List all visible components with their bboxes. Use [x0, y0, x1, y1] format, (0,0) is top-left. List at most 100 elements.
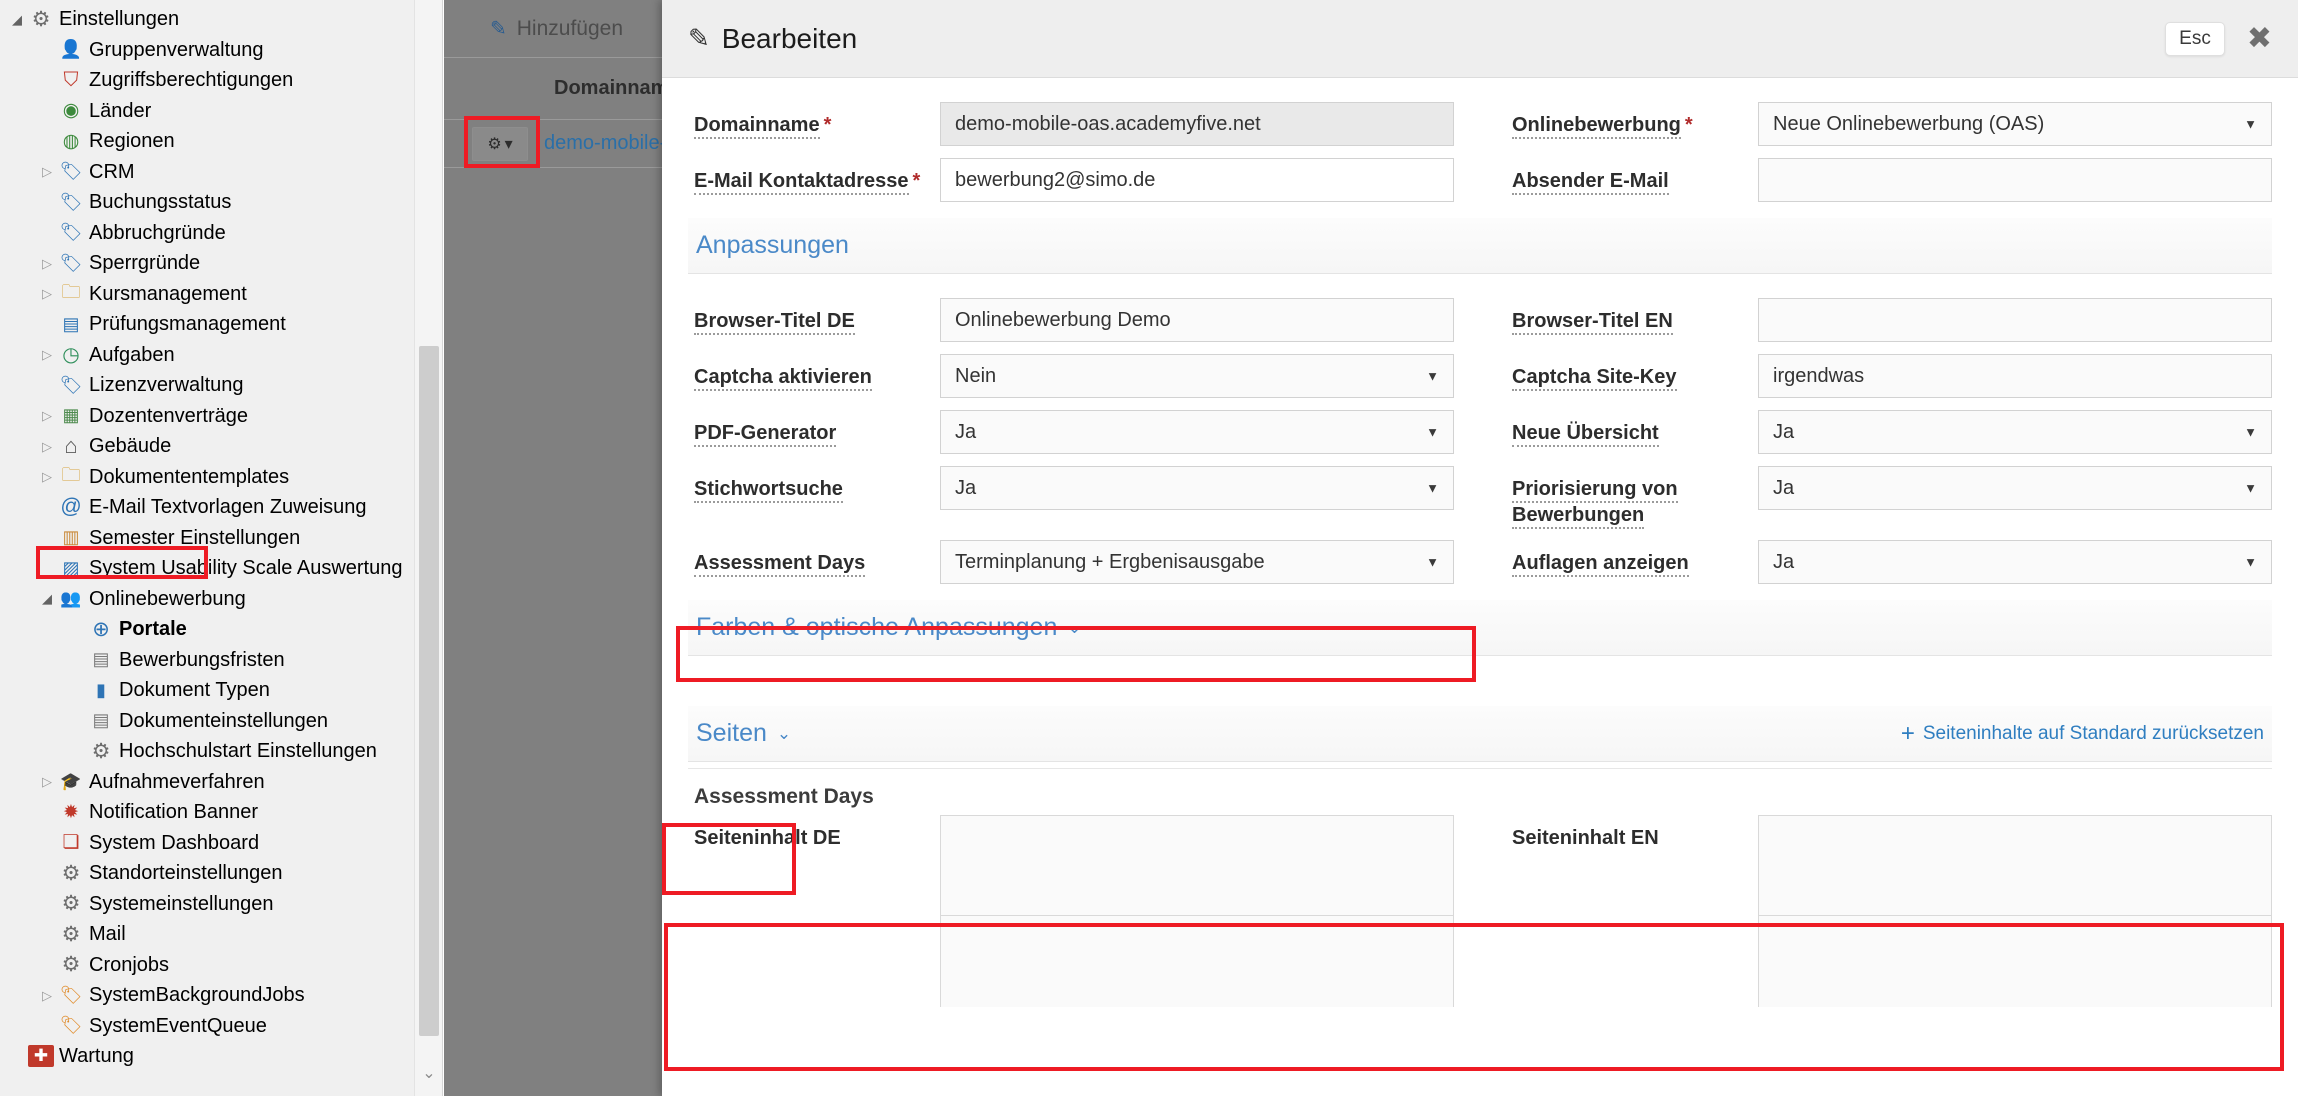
sidebar-item-einstellungen[interactable]: ◢ ⚙ Einstellungen	[0, 4, 442, 35]
seiteninhalt-de-editor-continued[interactable]	[940, 915, 1454, 1008]
twisty-closed-icon[interactable]: ▷	[36, 287, 58, 300]
sidebar-item-sperrgr-nde[interactable]: ▷ 🏷 Sperrgründe	[0, 248, 442, 279]
sidebar-scrollbar-thumb[interactable]	[419, 346, 439, 1036]
sidebar-item-lizenzverwaltung[interactable]: 🏷 Lizenzverwaltung	[0, 370, 442, 401]
seiteninhalt-de-editor[interactable]	[940, 815, 1454, 916]
form-field-browser-titel-en: Browser-Titel EN	[1480, 292, 2298, 348]
sidebar-item-label: SystemBackgroundJobs	[89, 984, 305, 1007]
settings-tree[interactable]: ◢ ⚙ Einstellungen 👤 Gruppenverwaltung ⛉ Zugrif…	[0, 0, 442, 1072]
sidebar-item-standorteinstellungen[interactable]: ⚙ Standorteinstellungen	[0, 858, 442, 889]
reset-page-contents-link[interactable]: + Seiteninhalte auf Standard zurücksetze…	[1901, 721, 2264, 746]
sidebar-item-dokument-typen[interactable]: ▮ Dokument Typen	[0, 675, 442, 706]
sidebar-item-regionen[interactable]: ◍ Regionen	[0, 126, 442, 157]
twisty-closed-icon[interactable]: ▷	[36, 409, 58, 422]
seiteninhalt-en-editor-continued[interactable]	[1758, 915, 2272, 1008]
sidebar-item-zugriffsberechtigungen[interactable]: ⛉ Zugriffsberechtigungen	[0, 65, 442, 96]
label-assessment-days: Assessment Days	[662, 540, 940, 578]
sidebar-item-abbruchgr-nde[interactable]: 🏷 Abbruchgründe	[0, 218, 442, 249]
twisty-open-icon[interactable]: ◢	[36, 592, 58, 605]
sidebar-item-systembackgroundjobs[interactable]: ▷ 🏷 SystemBackgroundJobs	[0, 980, 442, 1011]
label-text: Neue Übersicht	[1512, 422, 1659, 447]
sidebar-item-pr-fungsmanagement[interactable]: ▤ Prüfungsmanagement	[0, 309, 442, 340]
anpassungen-fields-group: Browser-Titel DE Onlinebewerbung Demo Brow…	[662, 274, 2298, 590]
sidebar-item-l-nder[interactable]: ◉ Länder	[0, 96, 442, 127]
input-stichwortsuche[interactable]: Ja ▼	[940, 466, 1454, 510]
input-onlinebewerbung[interactable]: Neue Onlinebewerbung (OAS) ▼	[1758, 102, 2272, 146]
sidebar-item-label: Cronjobs	[89, 953, 170, 976]
sidebar-item-dokumententemplates[interactable]: ▷ 🗀 Dokumententemplates	[0, 462, 442, 493]
section-header-seiten[interactable]: Seiten ⌄ + Seiteninhalte auf Standard zu…	[688, 706, 2272, 763]
sidebar-item-onlinebewerbung[interactable]: ◢ 👥 Onlinebewerbung	[0, 584, 442, 615]
sidebar-item-systemeinstellungen[interactable]: ⚙ Systemeinstellungen	[0, 889, 442, 920]
input-captcha-site-key[interactable]: irgendwas	[1758, 354, 2272, 398]
sidebar-item-kursmanagement[interactable]: ▷ 🗀 Kursmanagement	[0, 279, 442, 310]
label-neue-bersicht: Neue Übersicht	[1480, 410, 1758, 447]
twisty-closed-icon[interactable]: ▷	[36, 257, 58, 270]
chevron-down-icon[interactable]: ⌄	[415, 1060, 442, 1086]
control-wrap: Onlinebewerbung Demo	[940, 298, 1480, 342]
input-domainname[interactable]: demo-mobile-oas.academyfive.net	[940, 102, 1454, 146]
input-neue-bersicht[interactable]: Ja ▼	[1758, 410, 2272, 454]
sidebar-item-semester-einstellungen[interactable]: ▥ Semester Einstellungen	[0, 523, 442, 554]
sidebar-item-system-usability-scale-auswertung[interactable]: ▨ System Usability Scale Auswertung	[0, 553, 442, 584]
close-icon[interactable]: ✖	[2247, 23, 2272, 54]
globe-icon: ◉	[62, 100, 80, 122]
label-text: PDF-Generator	[694, 422, 837, 447]
sidebar-item-mail[interactable]: ⚙ Mail	[0, 919, 442, 950]
input-pdf-generator[interactable]: Ja ▼	[940, 410, 1454, 454]
sidebar-item-buchungsstatus[interactable]: 🏷 Buchungsstatus	[0, 187, 442, 218]
input-browser-titel-en[interactable]	[1758, 298, 2272, 342]
form-field-browser-titel-de: Browser-Titel DE Onlinebewerbung Demo	[662, 292, 1480, 348]
control-wrap: demo-mobile-oas.academyfive.net	[940, 102, 1480, 146]
tag-icon: 🏷	[59, 161, 83, 182]
twisty-closed-icon[interactable]: ▷	[36, 440, 58, 453]
sidebar-item-gruppenverwaltung[interactable]: 👤 Gruppenverwaltung	[0, 35, 442, 66]
input-captcha-site-key-value: irgendwas	[1773, 364, 1865, 387]
input-absender-e-mail[interactable]	[1758, 158, 2272, 202]
twisty-closed-icon[interactable]: ▷	[36, 470, 58, 483]
settings-tree-sidebar[interactable]: ◢ ⚙ Einstellungen 👤 Gruppenverwaltung ⛉ Zugrif…	[0, 0, 443, 1096]
input-e-mail-kontaktadresse[interactable]: bewerbung2@simo.de	[940, 158, 1454, 202]
input-auflagen-anzeigen[interactable]: Ja ▼	[1758, 540, 2272, 585]
sidebar-item-system-dashboard[interactable]: ❏ System Dashboard	[0, 828, 442, 859]
section-header-farben[interactable]: Farben & optische Anpassungen ⌄	[688, 600, 2272, 657]
sidebar-item-crm[interactable]: ▷ 🏷 CRM	[0, 157, 442, 188]
sidebar-item-label: CRM	[89, 160, 135, 183]
sidebar-item-label: Semester Einstellungen	[89, 526, 301, 549]
input-captcha-aktivieren-value: Nein	[955, 364, 997, 387]
esc-key-badge[interactable]: Esc	[2165, 21, 2225, 56]
sidebar-item-systemeventqueue[interactable]: 🏷 SystemEventQueue	[0, 1011, 442, 1042]
sidebar-item-portale[interactable]: ⊕ Portale	[0, 614, 442, 645]
sidebar-item-cronjobs[interactable]: ⚙ Cronjobs	[0, 950, 442, 981]
sidebar-scrollbar[interactable]: ⌄	[414, 0, 442, 1096]
sidebar-item-notification-banner[interactable]: ✹ Notification Banner	[0, 797, 442, 828]
sidebar-item-wartung[interactable]: ✚ Wartung	[0, 1041, 442, 1072]
twisty-closed-icon[interactable]: ▷	[36, 348, 58, 361]
sidebar-item-label: Kursmanagement	[89, 282, 247, 305]
tag-icon: 🏷	[59, 222, 83, 243]
input-priorisierung-von-bewerbungen[interactable]: Ja ▼	[1758, 466, 2272, 510]
background-row-domain-link[interactable]: demo-mobile-	[544, 132, 666, 155]
sidebar-item-label: Länder	[89, 99, 152, 122]
twisty-closed-icon[interactable]: ▷	[36, 165, 58, 178]
row-gear-dropdown-button[interactable]: ⚙ ▾	[472, 126, 528, 161]
label-text: Absender E-Mail	[1512, 170, 1669, 195]
input-captcha-aktivieren[interactable]: Nein ▼	[940, 354, 1454, 398]
sidebar-item-e-mail-textvorlagen-zuweisung[interactable]: @ E-Mail Textvorlagen Zuweisung	[0, 492, 442, 523]
input-browser-titel-de[interactable]: Onlinebewerbung Demo	[940, 298, 1454, 342]
seiteninhalt-en-editor[interactable]	[1758, 815, 2272, 916]
twisty-closed-icon[interactable]: ▷	[36, 989, 58, 1002]
sidebar-item-aufgaben[interactable]: ▷ ◷ Aufgaben	[0, 340, 442, 371]
sidebar-item-dozentenvertr-ge[interactable]: ▷ ▦ Dozentenverträge	[0, 401, 442, 432]
twisty-closed-icon[interactable]: ▷	[36, 775, 58, 788]
input-assessment-days[interactable]: Terminplanung + Ergbenisausgabe ▼	[940, 540, 1454, 585]
sidebar-item-aufnahmeverfahren[interactable]: ▷ 🎓 Aufnahmeverfahren	[0, 767, 442, 798]
section-header-anpassungen[interactable]: Anpassungen	[688, 218, 2272, 274]
sidebar-item-dokumenteinstellungen[interactable]: ▤ Dokumenteinstellungen	[0, 706, 442, 737]
sidebar-item-geb-ude[interactable]: ▷ ⌂ Gebäude	[0, 431, 442, 462]
sidebar-item-bewerbungsfristen[interactable]: ▤ Bewerbungsfristen	[0, 645, 442, 676]
twisty-open-icon[interactable]: ◢	[6, 13, 28, 26]
label-domainname: Domainname *	[662, 102, 940, 139]
sidebar-item-hochschulstart-einstellungen[interactable]: ⚙ Hochschulstart Einstellungen	[0, 736, 442, 767]
form-row: PDF-Generator Ja ▼ Neue Übersicht Ja ▼	[662, 404, 2298, 460]
